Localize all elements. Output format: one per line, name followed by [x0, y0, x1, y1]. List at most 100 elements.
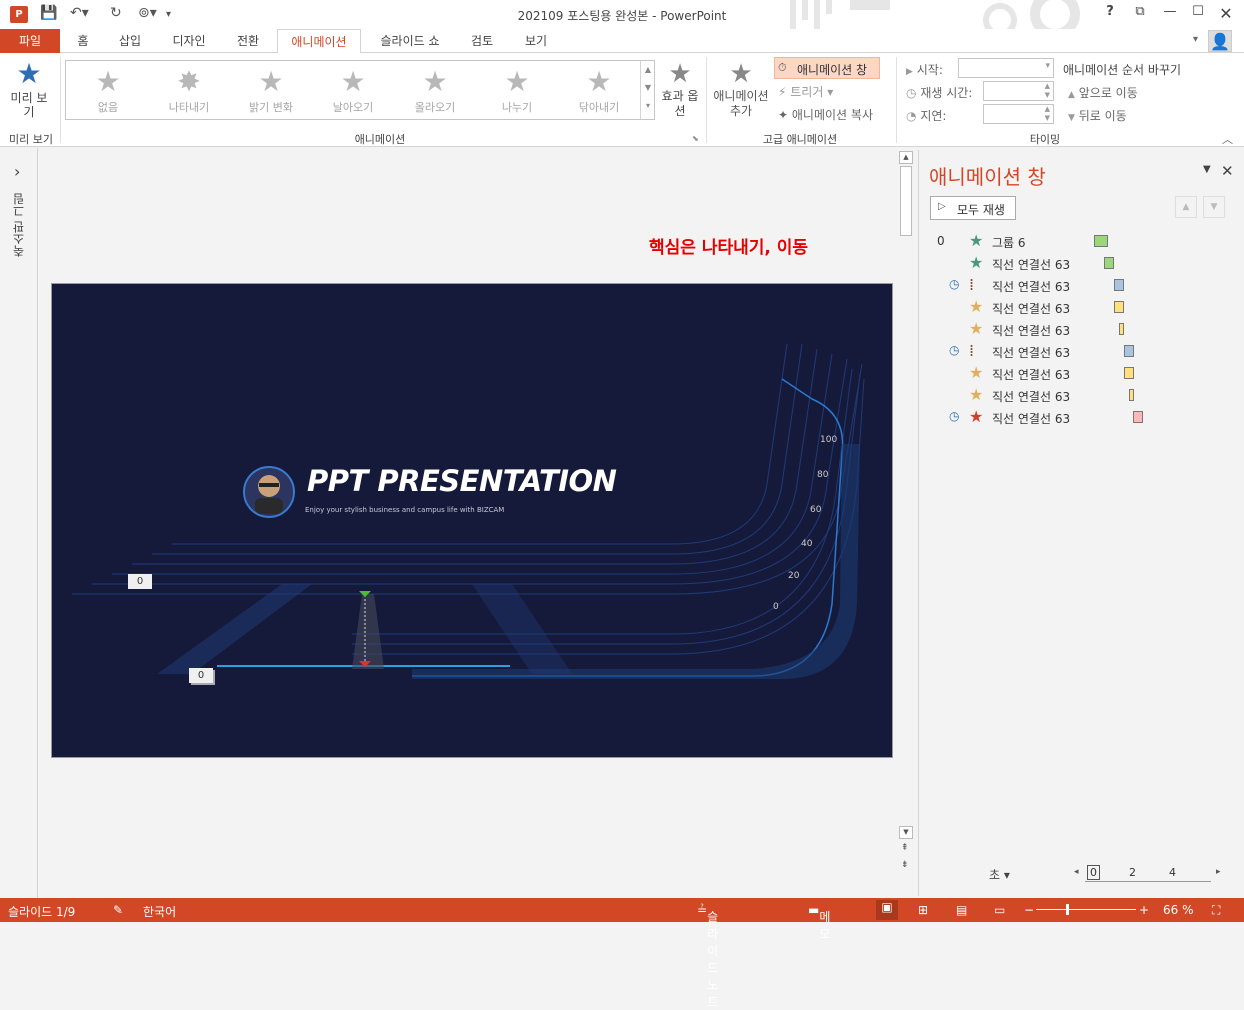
tab-insert[interactable]: 삽입	[112, 29, 148, 53]
animation-gallery: ★ 없음 ✸ 나타내기 ★ 밝기 변화 ★ 날아오기 ★ 올라오기 ★ 나누기 ★ 닦아내기 …	[65, 60, 655, 120]
animation-pane-button[interactable]: ⏱ 애니메이션 창	[774, 57, 880, 79]
gallery-item-appear[interactable]: ✸ 나타내기	[149, 65, 229, 115]
gallery-item-none[interactable]: ★ 없음	[68, 65, 148, 115]
vertical-scrollbar[interactable]: ▲ ▼ ⇞ ⇟	[898, 150, 914, 896]
trigger-icon: ⚡	[778, 85, 787, 99]
move-earlier-button[interactable]: ▲ 앞으로 이동	[1068, 84, 1138, 101]
group-label-advanced: 고급 애니메이션	[762, 133, 838, 146]
zoom-out-icon[interactable]: −	[1024, 903, 1034, 917]
animation-item-label: 직선 연결선 63	[992, 346, 1071, 360]
slide-show-icon[interactable]: ▭	[994, 903, 1005, 917]
animation-tag-bottom[interactable]: 0	[189, 668, 213, 683]
animation-item-label: 직선 연결선 63	[992, 302, 1071, 316]
fit-slide-icon[interactable]: ⛶	[1212, 903, 1220, 918]
zoom-in-icon[interactable]: +	[1139, 903, 1149, 917]
collapse-ribbon-icon[interactable]: ︿	[1222, 131, 1233, 147]
comments-button[interactable]: ▬ 메모	[808, 903, 830, 941]
gallery-item-fade[interactable]: ★ 밝기 변화	[231, 65, 311, 115]
scroll-thumb[interactable]	[900, 166, 912, 236]
pane-options-icon[interactable]: ▼	[1203, 164, 1211, 175]
animation-list-item[interactable]: ★ 직선 연결선 63	[919, 384, 1244, 406]
animation-list-item[interactable]: ◷ ★ 직선 연결선 63	[919, 406, 1244, 428]
language-indicator[interactable]: 한국어	[143, 903, 176, 920]
zoom-level[interactable]: 66 %	[1163, 903, 1194, 917]
previous-slide-icon[interactable]: ⇞	[901, 843, 909, 853]
timeline-right-icon[interactable]: ▸	[1216, 867, 1221, 877]
ribbon-options-icon[interactable]: ▾	[1193, 34, 1198, 45]
star-icon: ★	[586, 65, 612, 98]
slide-counter[interactable]: 슬라이드 1/9	[8, 903, 75, 920]
scale-label-40: 40	[801, 539, 813, 549]
delay-stepper[interactable]: ▲ ▼	[983, 104, 1054, 124]
animation-list-item[interactable]: ◷ ⁞ 직선 연결선 63	[919, 274, 1244, 296]
close-pane-icon[interactable]: ✕	[1221, 162, 1234, 180]
move-up-button[interactable]: ▲	[1175, 196, 1197, 218]
close-icon[interactable]: ✕	[1216, 4, 1236, 24]
animation-painter-button[interactable]: ✦ 애니메이션 복사	[778, 106, 873, 123]
zoom-slider-thumb[interactable]	[1066, 904, 1069, 915]
effect-options-button[interactable]: ★ 효과 옵션	[660, 59, 700, 119]
timeline-left-icon[interactable]: ◂	[1074, 867, 1079, 877]
seconds-dropdown[interactable]: 초 ▾	[989, 866, 1010, 883]
ribbon-display-options-icon[interactable]: ⧉	[1130, 4, 1150, 24]
move-down-button[interactable]: ▼	[1203, 196, 1225, 218]
next-slide-icon[interactable]: ⇟	[901, 860, 909, 870]
start-select[interactable]: ▾	[958, 58, 1054, 78]
move-later-button[interactable]: ▼ 뒤로 이동	[1068, 107, 1127, 124]
gallery-item-float-in[interactable]: ★ 올라오기	[395, 65, 475, 115]
normal-view-icon[interactable]: ▣	[876, 900, 898, 920]
dialog-launcher-icon[interactable]: ⬊	[692, 134, 699, 143]
timeline-bar	[1094, 235, 1108, 247]
tab-animations[interactable]: 애니메이션	[277, 29, 361, 54]
duration-label: ◷ 재생 시간:	[906, 86, 973, 100]
group-label-timing: 타이밍	[1029, 133, 1061, 146]
add-animation-star-icon: ★	[729, 59, 753, 89]
preview-button[interactable]: ★ 미리 보기	[6, 57, 52, 119]
spell-check-icon[interactable]: ✎	[113, 903, 123, 917]
gallery-item-fly-in[interactable]: ★ 날아오기	[313, 65, 393, 115]
scroll-up-icon[interactable]: ▲	[899, 151, 913, 164]
header-decoration	[790, 0, 1080, 29]
tab-home[interactable]: 홈	[68, 29, 98, 53]
tab-view[interactable]: 보기	[514, 29, 558, 53]
scroll-down-icon[interactable]: ▼	[899, 826, 913, 839]
gallery-scroll[interactable]: ▲ ▼ ▾	[640, 61, 655, 119]
animation-list-item[interactable]: ◷ ⁞ 직선 연결선 63	[919, 340, 1244, 362]
preview-star-icon: ★	[16, 57, 42, 90]
tab-transitions[interactable]: 전환	[228, 29, 268, 53]
tab-review[interactable]: 검토	[462, 29, 502, 53]
animation-list-item[interactable]: ★ 직선 연결선 63	[919, 296, 1244, 318]
animation-list-item[interactable]: 0 ★ 그룹 6	[919, 230, 1244, 252]
help-icon[interactable]: ?	[1100, 4, 1120, 24]
tab-file[interactable]: 파일	[0, 29, 60, 53]
animation-list-item[interactable]: ★ 직선 연결선 63	[919, 362, 1244, 384]
expand-thumbnails-icon[interactable]: ›	[14, 162, 20, 181]
animation-list-item[interactable]: ★ 직선 연결선 63	[919, 252, 1244, 274]
animation-pane-label: 애니메이션 창	[797, 63, 868, 77]
duration-stepper[interactable]: ▲ ▼	[983, 81, 1054, 101]
gallery-item-wipe[interactable]: ★ 닦아내기	[559, 65, 639, 115]
slide-sorter-icon[interactable]: ⊞	[918, 903, 928, 917]
trigger-button[interactable]: ⚡ 트리거 ▾	[778, 83, 833, 100]
slide-canvas[interactable]: PPT PRESENTATION Enjoy your stylish busi…	[51, 283, 893, 758]
gallery-item-split[interactable]: ★ 나누기	[477, 65, 557, 115]
thumbnail-pane-collapsed[interactable]: › 축소판 그림	[0, 148, 38, 898]
notes-button[interactable]: ≟ 슬라이드 노트	[697, 903, 718, 1009]
effect-icon: ⁞	[969, 275, 975, 294]
animation-tag-left[interactable]: 0	[128, 574, 152, 589]
group-divider	[896, 57, 897, 143]
add-animation-label: 애니메이션 추가	[713, 89, 769, 118]
delay-icon: ◔	[906, 109, 917, 123]
play-all-button[interactable]: ▷ 모두 재생	[930, 196, 1016, 220]
tab-design[interactable]: 디자인	[164, 29, 214, 53]
tab-slide-show[interactable]: 슬라이드 쇼	[368, 29, 452, 53]
burst-star-icon: ✸	[177, 65, 201, 98]
maximize-icon[interactable]: ☐	[1188, 4, 1208, 24]
zoom-slider[interactable]	[1036, 904, 1136, 915]
minimize-icon[interactable]: —	[1160, 4, 1180, 24]
avatar[interactable]: 👤	[1208, 30, 1232, 52]
star-icon: ★	[95, 65, 121, 98]
add-animation-button[interactable]: ★ 애니메이션 추가	[710, 59, 772, 119]
animation-list-item[interactable]: ★ 직선 연결선 63	[919, 318, 1244, 340]
reading-view-icon[interactable]: ▤	[956, 903, 967, 917]
